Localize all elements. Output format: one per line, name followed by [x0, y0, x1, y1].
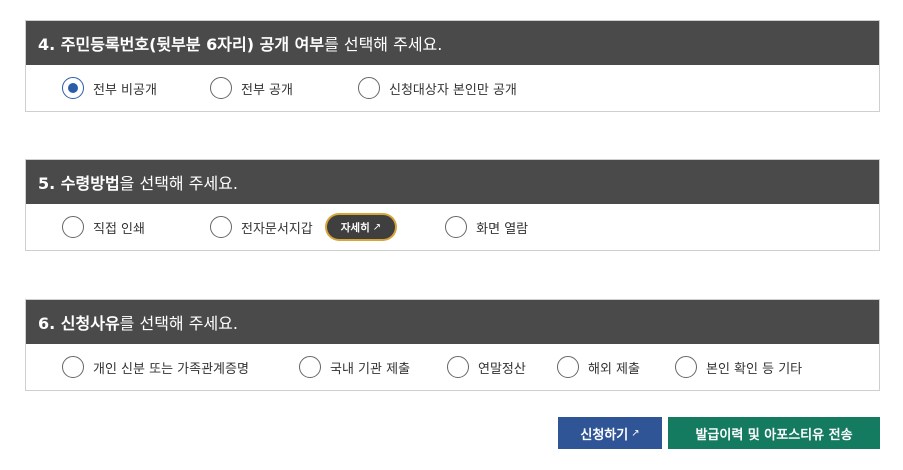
option-label: 본인 확인 등 기타 [706, 361, 803, 377]
radio-option-year-end-tax[interactable]: 연말정산 [447, 356, 557, 378]
apply-button[interactable]: 신청하기 ↗ [558, 417, 662, 449]
radio-button[interactable] [62, 216, 84, 238]
option-label: 전부 공개 [241, 82, 293, 98]
option-label: 신청대상자 본인만 공개 [389, 82, 517, 98]
option-label: 해외 제출 [588, 361, 640, 377]
radio-button[interactable] [675, 356, 697, 378]
section-application-reason-header: 6. 신청사유 를 선택해 주세요. [26, 300, 879, 344]
radio-option-other-identity-check[interactable]: 본인 확인 등 기타 [675, 356, 802, 378]
option-label: 전자문서지갑 [241, 221, 313, 237]
radio-button[interactable] [557, 356, 579, 378]
external-link-icon: ↗ [372, 221, 382, 233]
detail-button[interactable]: 자세히 ↗ [326, 215, 396, 239]
section-title-rest: 를 선택해 주세요. [324, 35, 443, 54]
radio-dot [68, 83, 78, 93]
application-reason-options: 개인 신분 또는 가족관계증명 국내 기관 제출 연말정산 해외 제출 본인 확… [26, 344, 879, 390]
option-label: 개인 신분 또는 가족관계증명 [93, 361, 249, 377]
option-label: 직접 인쇄 [93, 221, 145, 237]
radio-button[interactable] [62, 356, 84, 378]
section-title-rest: 를 선택해 주세요. [119, 314, 238, 333]
radio-button[interactable] [445, 216, 468, 238]
radio-option-domestic-submission[interactable]: 국내 기관 제출 [299, 356, 447, 378]
option-label: 전부 비공개 [93, 82, 157, 98]
option-label: 연말정산 [478, 361, 526, 377]
radio-option-self-only-public[interactable]: 신청대상자 본인만 공개 [358, 77, 517, 99]
radio-option-identity-family-proof[interactable]: 개인 신분 또는 가족관계증명 [62, 356, 299, 378]
option-label: 화면 열람 [476, 221, 529, 237]
section-title-bold: 6. 신청사유 [38, 314, 120, 333]
radio-button[interactable] [210, 216, 232, 238]
radio-button-selected[interactable] [62, 77, 84, 99]
radio-option-overseas-submission[interactable]: 해외 제출 [557, 356, 675, 378]
section-receipt-method-header: 5. 수령방법 을 선택해 주세요. [26, 160, 879, 204]
section-title-bold: 5. 수령방법 [38, 174, 120, 193]
section-title-rest: 을 선택해 주세요. [119, 174, 238, 193]
issue-button-label: 발급이력 및 아포스티유 전송 [695, 427, 853, 443]
issue-history-apostille-button[interactable]: 발급이력 및 아포스티유 전송 [668, 417, 880, 449]
radio-option-direct-print[interactable]: 직접 인쇄 [62, 216, 210, 238]
radio-option-screen-view[interactable]: 화면 열람 [445, 216, 528, 238]
radio-button[interactable] [210, 77, 232, 99]
radio-option-e-document-wallet[interactable]: 전자문서지갑 [210, 216, 313, 238]
external-link-icon: ↗ [631, 427, 640, 439]
receipt-method-options: 직접 인쇄 전자문서지갑 자세히 ↗ 화면 열람 [26, 204, 879, 250]
radio-option-all-private[interactable]: 전부 비공개 [62, 77, 210, 99]
section-receipt-method: 5. 수령방법 을 선택해 주세요. 직접 인쇄 전자문서지갑 자세히 ↗ 화면 열… [25, 159, 880, 251]
radio-button[interactable] [299, 356, 321, 378]
option-label: 국내 기관 제출 [330, 361, 411, 377]
radio-option-all-public[interactable]: 전부 공개 [210, 77, 358, 99]
section-ssn-disclosure-header: 4. 주민등록번호(뒷부분 6자리) 공개 여부 를 선택해 주세요. [26, 21, 879, 65]
radio-button[interactable] [447, 356, 469, 378]
apply-button-label: 신청하기 [580, 427, 629, 443]
section-ssn-disclosure: 4. 주민등록번호(뒷부분 6자리) 공개 여부 를 선택해 주세요. 전부 비공… [25, 20, 880, 112]
detail-button-label: 자세히 [340, 221, 370, 234]
ssn-disclosure-options: 전부 비공개 전부 공개 신청대상자 본인만 공개 [26, 65, 879, 111]
section-title-bold: 4. 주민등록번호(뒷부분 6자리) 공개 여부 [38, 35, 325, 54]
section-application-reason: 6. 신청사유 를 선택해 주세요. 개인 신분 또는 가족관계증명 국내 기관 … [25, 299, 880, 391]
radio-button[interactable] [358, 77, 380, 99]
